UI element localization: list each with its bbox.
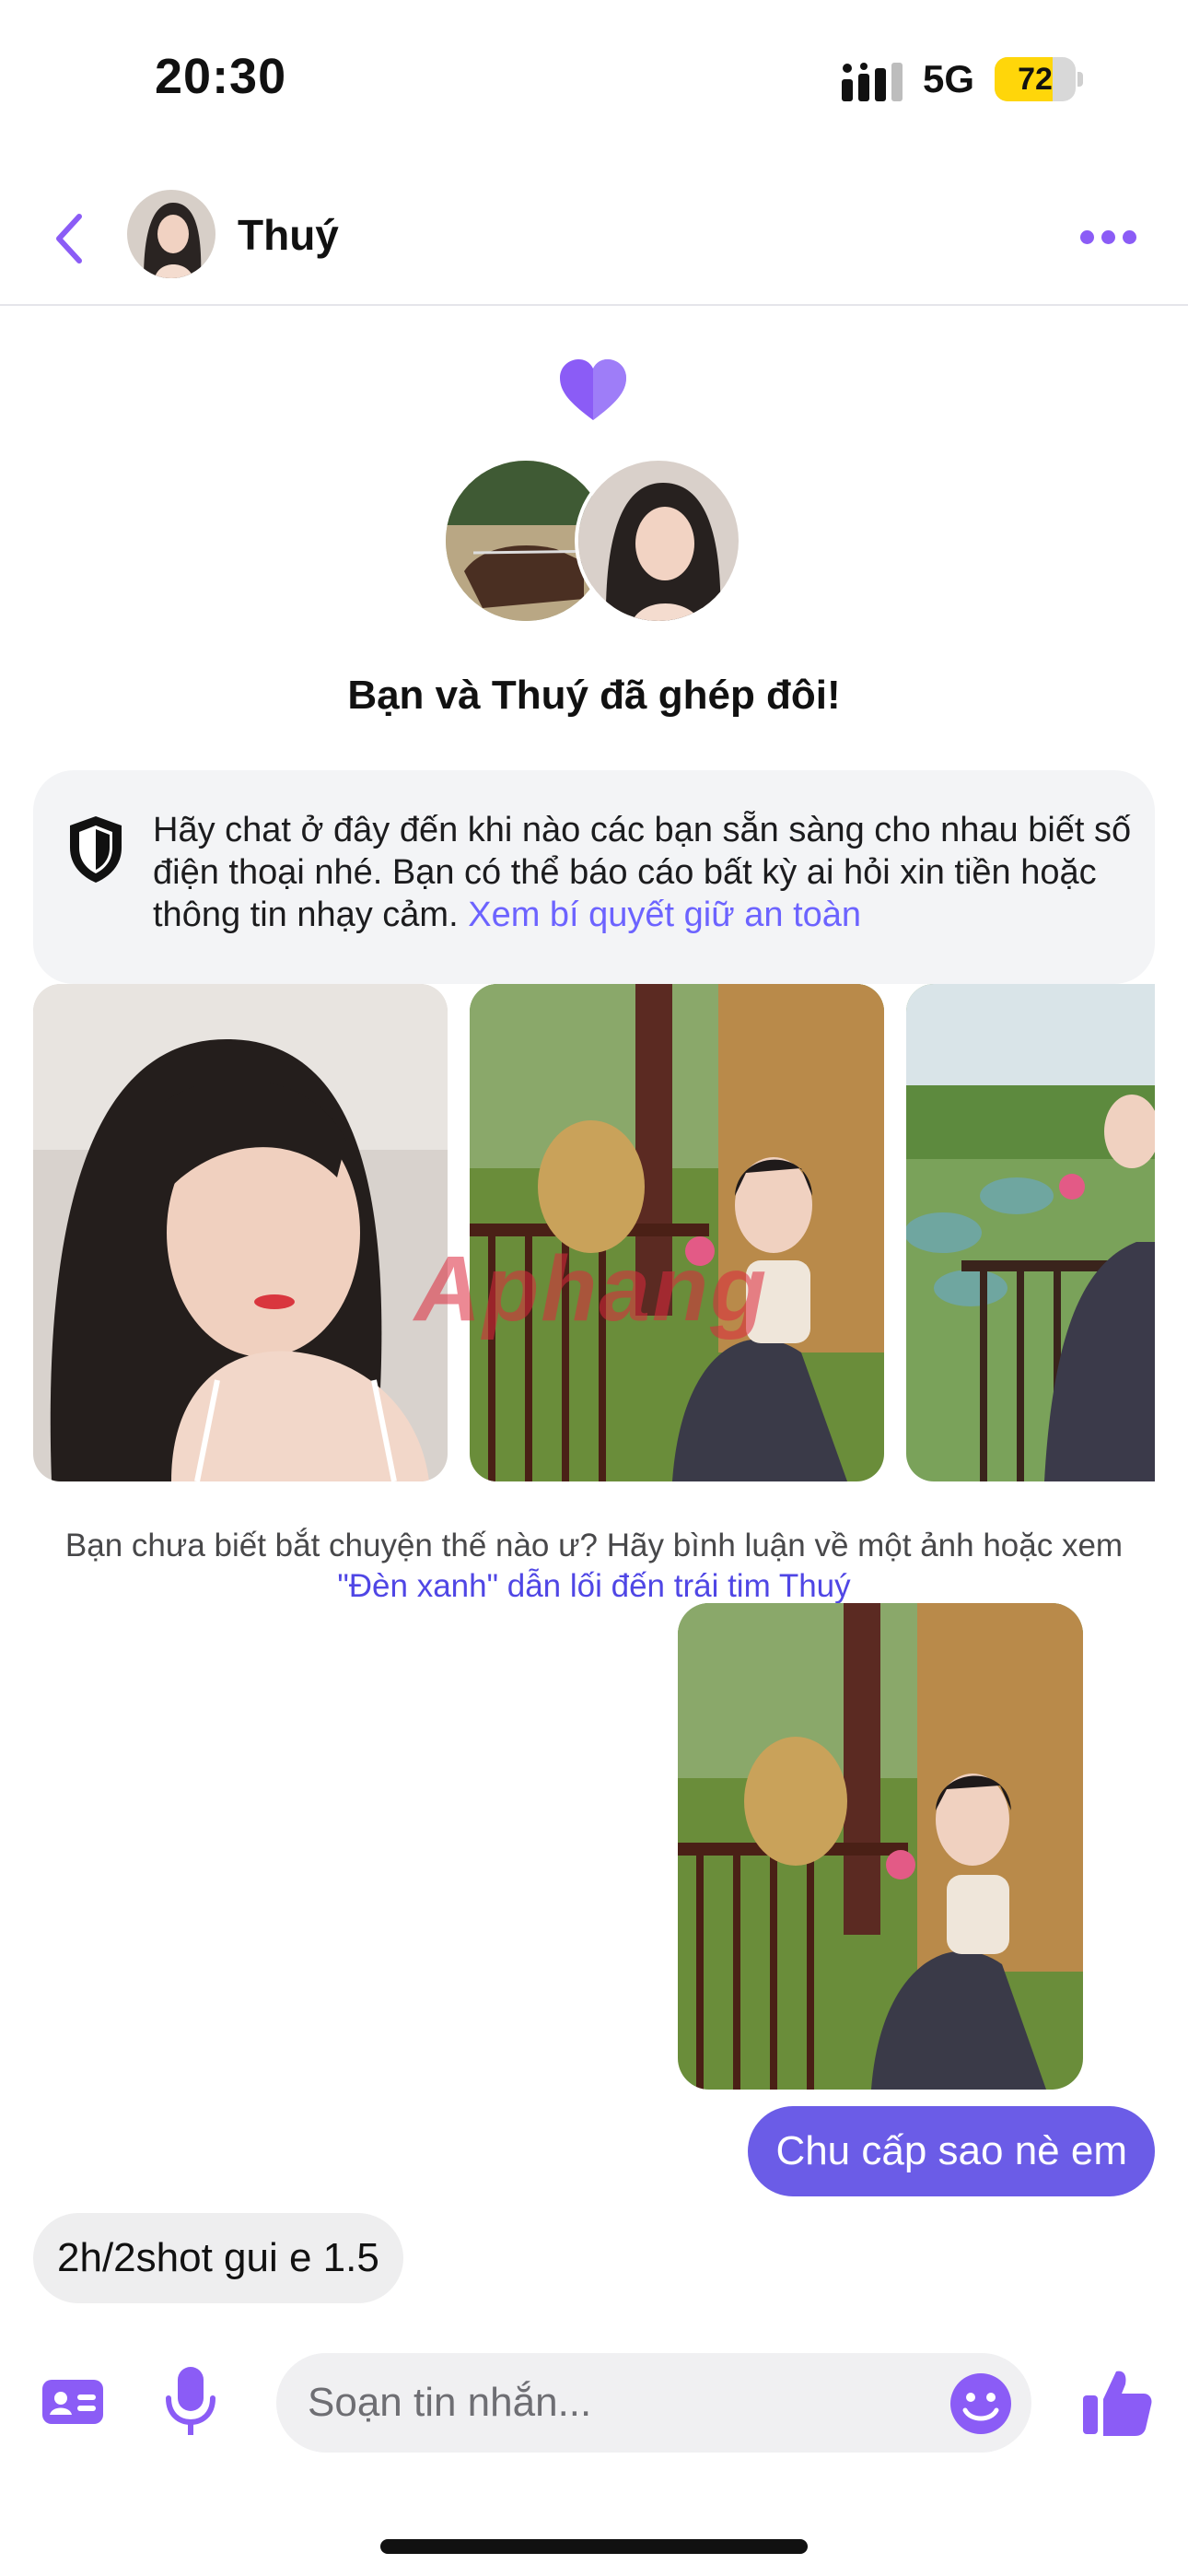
battery-indicator: 72 xyxy=(995,57,1083,101)
conversation-prompt: Bạn chưa biết bắt chuyện thế nào ư? Hãy … xyxy=(37,1526,1151,1607)
message-input[interactable] xyxy=(308,2353,915,2453)
contact-name[interactable]: Thuý xyxy=(238,210,339,260)
profile-photo[interactable] xyxy=(33,984,448,1481)
avatar[interactable] xyxy=(127,190,215,278)
network-label: 5G xyxy=(923,57,975,100)
message-input-bar xyxy=(0,2340,1188,2465)
thumbs-up-icon[interactable] xyxy=(1079,2364,1153,2438)
signal-icon xyxy=(842,63,903,101)
more-icon xyxy=(1079,229,1136,244)
more-button[interactable] xyxy=(1076,223,1140,251)
message-image[interactable] xyxy=(678,1603,1083,2090)
microphone-button[interactable] xyxy=(158,2360,223,2443)
watermark: Aphang xyxy=(414,1237,769,1341)
status-bar: 20:30 5G 72 xyxy=(0,0,1188,157)
profile-card-button[interactable] xyxy=(39,2368,107,2436)
safety-tips-link[interactable]: Xem bí quyết giữ an toàn xyxy=(468,896,861,934)
match-title: Bạn và Thuý đã ghép đôi! xyxy=(347,673,841,718)
shield-icon xyxy=(70,816,122,883)
back-button[interactable] xyxy=(41,206,96,271)
chevron-left-icon xyxy=(56,214,82,263)
microphone-icon xyxy=(166,2367,215,2435)
safety-message: Hãy chat ở đây đến khi nào các bạn sẵn s… xyxy=(153,809,1136,936)
incoming-message[interactable]: 2h/2shot gui e 1.5 xyxy=(33,2213,403,2303)
composer xyxy=(276,2353,1031,2453)
profile-photo[interactable] xyxy=(906,984,1155,1481)
match-avatars xyxy=(442,457,746,625)
heart-icon xyxy=(560,359,626,420)
outgoing-message[interactable]: Chu cấp sao nè em xyxy=(748,2106,1155,2196)
home-indicator[interactable] xyxy=(380,2539,808,2554)
profile-card-icon xyxy=(42,2380,103,2424)
prompt-text: Bạn chưa biết bắt chuyện thế nào ư? Hãy … xyxy=(64,1528,1124,1563)
green-light-link[interactable]: "Đèn xanh" dẫn lối đến trái tim Thuý xyxy=(337,1568,850,1604)
status-time: 20:30 xyxy=(155,49,287,104)
photo-carousel[interactable] xyxy=(0,984,1188,1481)
emoji-icon[interactable] xyxy=(949,2371,1013,2436)
match-avatar xyxy=(575,457,742,625)
battery-percent: 72 xyxy=(1018,62,1053,97)
profile-photo[interactable] xyxy=(470,984,884,1481)
safety-card: Hãy chat ở đây đến khi nào các bạn sẵn s… xyxy=(33,770,1155,984)
chat-header: Thuý xyxy=(0,171,1188,306)
